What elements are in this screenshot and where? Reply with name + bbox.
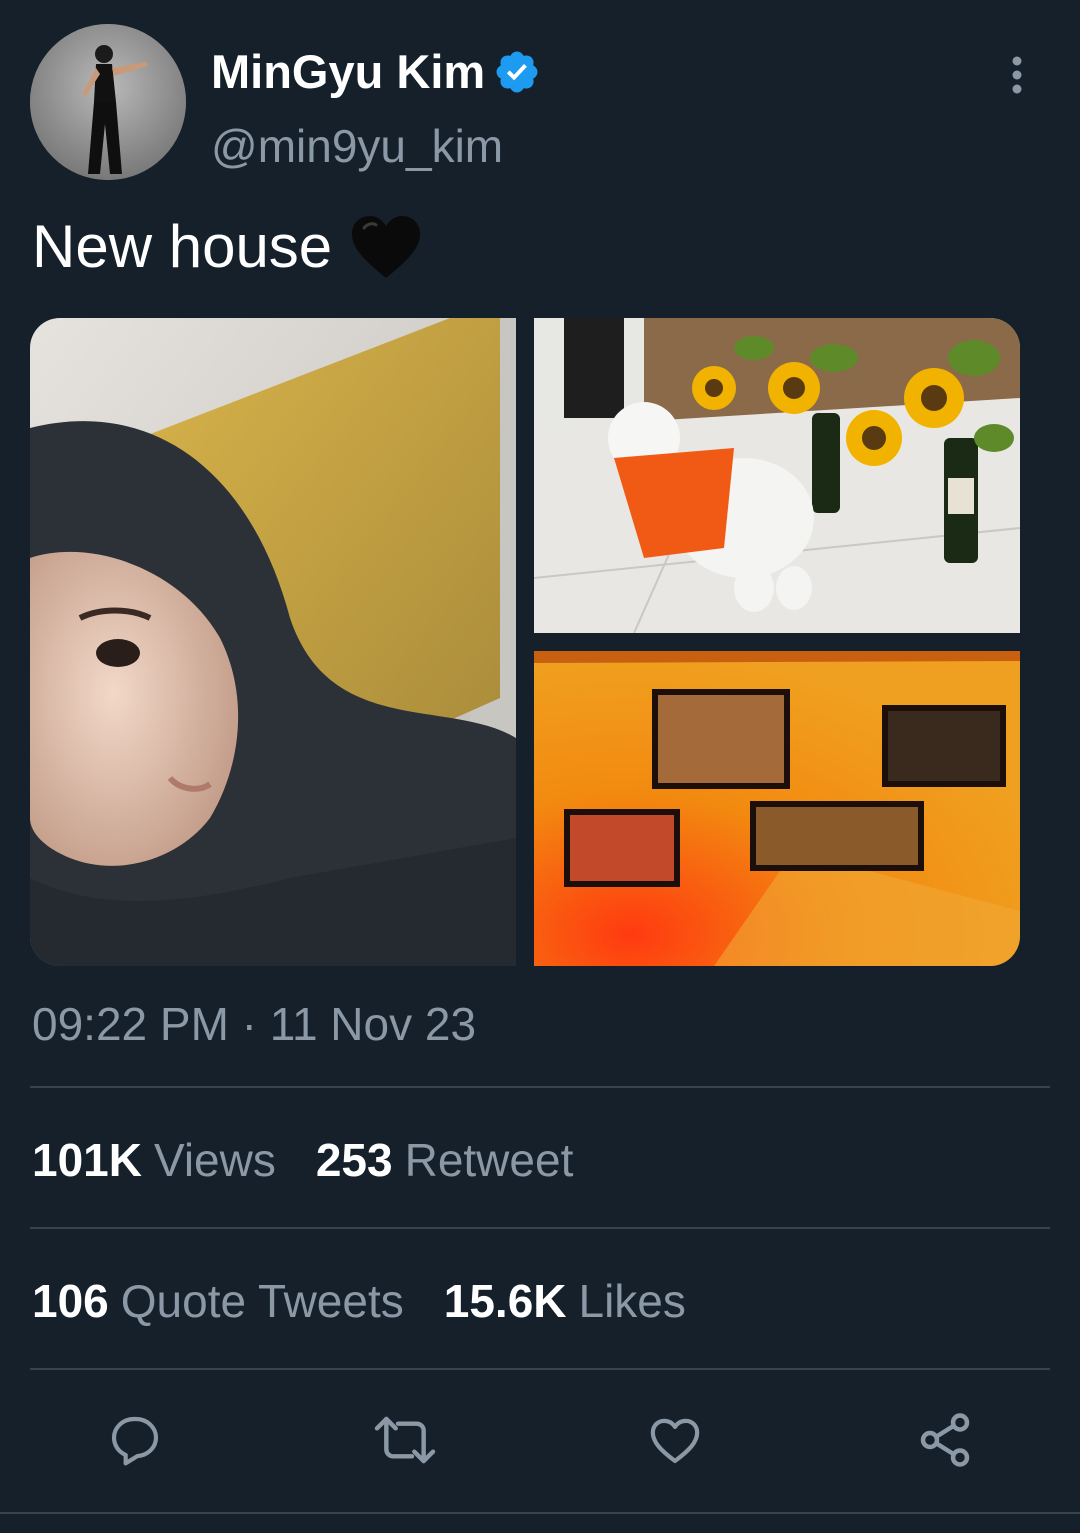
stats-row-2: 106 Quote Tweets 15.6K Likes xyxy=(32,1273,726,1329)
more-vertical-icon xyxy=(1012,56,1022,94)
selfie-photo[interactable] xyxy=(30,318,516,966)
author-display-name[interactable]: MinGyu Kim xyxy=(211,42,541,102)
tweet-text: New house xyxy=(32,210,422,284)
quotes-label: Quote Tweets xyxy=(120,1275,404,1327)
likes-count: 15.6K xyxy=(443,1275,567,1327)
views-stat: 101K Views xyxy=(32,1132,276,1188)
quotes-stat[interactable]: 106 Quote Tweets xyxy=(32,1273,404,1329)
black-heart-icon xyxy=(350,214,422,280)
reply-icon xyxy=(111,1416,159,1466)
quotes-count: 106 xyxy=(32,1275,109,1327)
tweet-actions xyxy=(0,1400,1080,1480)
more-options-button[interactable] xyxy=(992,50,1042,100)
like-button[interactable] xyxy=(635,1400,715,1480)
divider xyxy=(0,1512,1080,1514)
avatar-image xyxy=(30,24,186,180)
verified-badge-icon xyxy=(493,48,541,96)
wall-frames-photo[interactable] xyxy=(534,651,1020,966)
divider xyxy=(30,1227,1050,1229)
like-icon xyxy=(650,1418,700,1464)
tweet-timestamp[interactable]: 09:22 PM · 11 Nov 23 xyxy=(32,996,476,1052)
avatar[interactable] xyxy=(30,24,186,180)
share-button[interactable] xyxy=(905,1400,985,1480)
likes-stat[interactable]: 15.6K Likes xyxy=(444,1273,686,1329)
tweet-text-content: New house xyxy=(32,213,333,280)
author-handle[interactable]: @min9yu_kim xyxy=(211,118,503,174)
divider xyxy=(30,1368,1050,1370)
retweets-label: Retweet xyxy=(404,1134,574,1186)
retweets-stat[interactable]: 253 Retweet xyxy=(316,1132,574,1188)
views-label: Views xyxy=(153,1134,276,1186)
retweets-count: 253 xyxy=(315,1134,393,1186)
display-name-text: MinGyu Kim xyxy=(211,45,486,98)
views-count: 101K xyxy=(32,1134,142,1186)
retweet-button[interactable] xyxy=(365,1400,445,1480)
stats-row-1: 101K Views 253 Retweet xyxy=(32,1132,613,1188)
share-icon xyxy=(920,1413,970,1467)
divider xyxy=(30,1086,1050,1088)
dog-photo[interactable] xyxy=(534,318,1020,633)
media-grid xyxy=(30,318,1020,966)
likes-label: Likes xyxy=(578,1275,686,1327)
tweet-detail-page: MinGyu Kim @min9yu_kim New house 09:22 P… xyxy=(0,0,1080,1533)
reply-button[interactable] xyxy=(95,1400,175,1480)
retweet-icon xyxy=(374,1416,436,1464)
